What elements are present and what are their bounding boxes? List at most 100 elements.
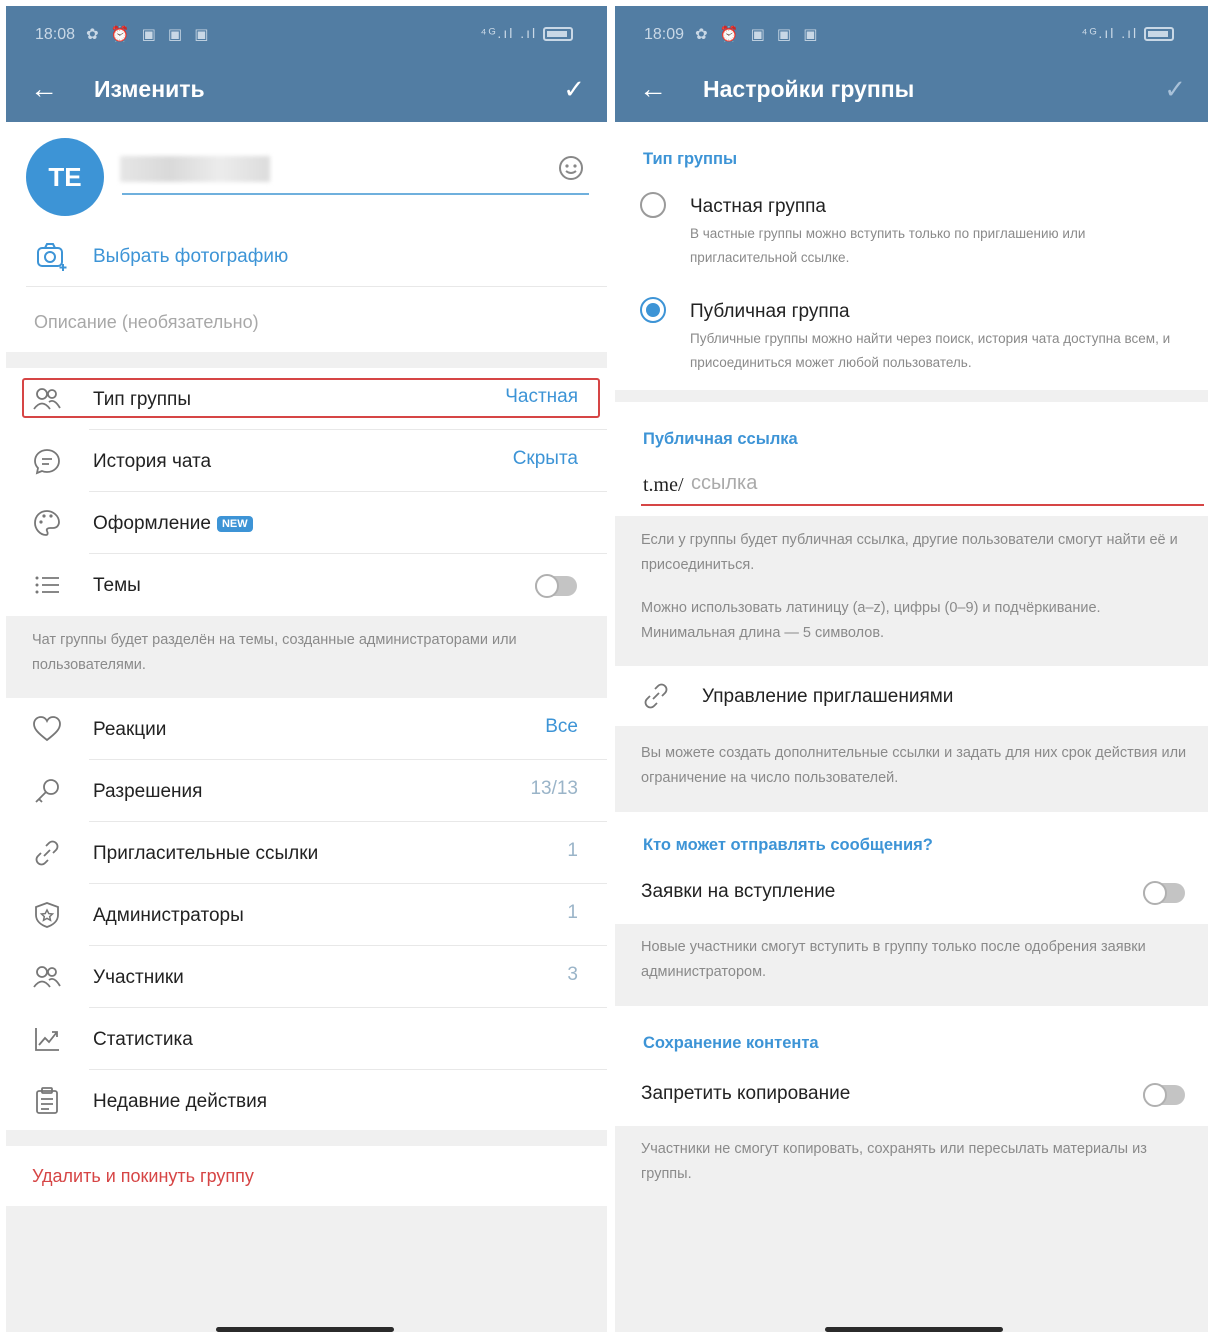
row-value: Все [545, 716, 578, 737]
back-arrow-icon[interactable]: ← [30, 74, 58, 104]
page-title: Изменить [94, 76, 205, 102]
restrict-saving-label: Запретить копирование [641, 1083, 851, 1104]
link-icon [644, 683, 668, 709]
status-icons: ✿ ⏰ ▣ ▣ ▣ [695, 26, 822, 43]
join-requests-toggle[interactable] [1143, 881, 1185, 905]
row-invite-links[interactable]: Пригласительные ссылки 1 [6, 822, 607, 884]
row-chat-history[interactable]: История чата Скрыта [6, 430, 607, 492]
delete-leave-button[interactable]: Удалить и покинуть группу [32, 1166, 254, 1187]
join-requests-label: Заявки на вступление [641, 881, 836, 902]
private-label[interactable]: Частная группа [690, 196, 826, 218]
new-badge: NEW [216, 515, 253, 532]
choose-photo-button[interactable]: Выбрать фотографию [93, 246, 288, 268]
section-title: Сохранение контента [643, 1034, 819, 1052]
restrict-saving-toggle[interactable] [1143, 1083, 1185, 1107]
link-rules-hint: Можно использовать латиницу (a–z), цифры… [641, 600, 1101, 641]
row-statistics[interactable]: Статистика [6, 1008, 607, 1070]
row-value: 13/13 [530, 778, 578, 799]
who-can-send-block: Кто может отправлять сообщения? Заявки н… [615, 812, 1208, 924]
section-title: Публичная ссылка [643, 430, 798, 448]
users-icon [33, 966, 61, 988]
join-requests-hint: Новые участники смогут вступить в группу… [641, 939, 1146, 980]
delete-block: Удалить и покинуть группу [6, 1146, 607, 1206]
row-reactions[interactable]: Реакции Все [6, 698, 607, 760]
save-check-icon[interactable]: ✓ [563, 74, 585, 104]
app-bar: ← Настройки группы ✓ [615, 60, 1208, 122]
row-label: Темы [93, 575, 141, 596]
public-label[interactable]: Публичная группа [690, 301, 850, 323]
link-icon [35, 840, 59, 866]
row-label: Пригласительные ссылки [93, 843, 319, 864]
palette-icon [34, 510, 60, 536]
row-label: Администраторы [93, 905, 244, 926]
public-link-block: Публичная ссылка t.me/ ссылка [615, 402, 1208, 516]
group-type-highlight [22, 378, 600, 418]
row-value: 3 [567, 964, 578, 985]
private-desc: В частные группы можно вступить только п… [690, 226, 1086, 265]
link-input-underline [641, 504, 1204, 506]
description-input[interactable]: Описание (необязательно) [34, 312, 259, 333]
group-name-input[interactable] [120, 156, 270, 182]
back-arrow-icon[interactable]: ← [639, 74, 667, 104]
chat-bubble-icon [34, 449, 60, 475]
link-prefix: t.me/ [643, 474, 684, 496]
shield-icon [35, 902, 59, 928]
public-radio[interactable] [640, 297, 666, 323]
status-time: 18:09 [644, 26, 685, 43]
status-bar: 18:08 ✿ ⏰ ▣ ▣ ▣ ⁴ᴳ.ıl .ıl [6, 6, 607, 60]
row-admins[interactable]: Администраторы 1 [6, 884, 607, 946]
row-permissions[interactable]: Разрешения 13/13 [6, 760, 607, 822]
row-label: Недавние действия [93, 1091, 268, 1112]
row-label: Статистика [93, 1029, 193, 1050]
public-desc: Публичные группы можно найти через поиск… [690, 331, 1171, 370]
list-icon [35, 576, 59, 594]
group-type-block: Тип группы Частная группа В частные груп… [615, 122, 1208, 390]
name-underline [122, 193, 589, 195]
restrict-saving-hint: Участники не смогут копировать, сохранят… [641, 1141, 1147, 1182]
camera-add-icon [37, 243, 67, 271]
row-topics[interactable]: Темы [6, 554, 607, 616]
signal-icons: ⁴ᴳ.ıl .ıl [480, 25, 573, 42]
row-value: 1 [567, 902, 578, 923]
section-title: Тип группы [643, 150, 738, 168]
row-value: 1 [567, 840, 578, 861]
row-label: Разрешения [93, 781, 203, 802]
app-bar: ← Изменить ✓ [6, 60, 607, 122]
status-bar: 18:09 ✿ ⏰ ▣ ▣ ▣ ⁴ᴳ.ıl .ıl [615, 6, 1208, 60]
emoji-icon[interactable] [557, 154, 585, 182]
content-block: Сохранение контента Запретить копировани… [615, 1006, 1208, 1126]
link-input[interactable]: ссылка [691, 472, 757, 495]
divider [26, 286, 607, 287]
invites-hint: Вы можете создать дополнительные ссылки … [641, 745, 1187, 786]
key-icon [35, 779, 59, 803]
clipboard-icon [36, 1087, 58, 1114]
heart-icon [33, 716, 61, 742]
chart-icon [35, 1028, 59, 1051]
invites-row[interactable]: Управление приглашениями [615, 666, 1208, 726]
save-check-icon[interactable]: ✓ [1164, 74, 1186, 104]
link-hint: Если у группы будет публичная ссылка, др… [641, 532, 1178, 573]
section-title: Кто может отправлять сообщения? [643, 836, 933, 854]
row-label: Реакции [93, 719, 167, 740]
row-appearance[interactable]: Оформление NEW [6, 492, 607, 554]
row-label: История чата [93, 451, 212, 472]
row-label: Участники [93, 967, 184, 988]
avatar[interactable]: TE [26, 138, 104, 216]
edit-group-screen: 18:08 ✿ ⏰ ▣ ▣ ▣ ⁴ᴳ.ıl .ıl ← Изменить ✓ T… [6, 6, 607, 1332]
row-value: Скрыта [512, 448, 578, 469]
row-label: Оформление NEW [93, 513, 253, 535]
manage-block: Реакции Все Разрешения 13/13 Пригласител… [6, 698, 607, 1130]
battery-icon [543, 27, 573, 42]
private-radio[interactable] [640, 192, 666, 218]
row-recent-actions[interactable]: Недавние действия [6, 1070, 607, 1132]
page-title: Настройки группы [703, 76, 915, 102]
battery-icon [1144, 27, 1174, 42]
topics-toggle[interactable] [535, 574, 577, 598]
row-members[interactable]: Участники 3 [6, 946, 607, 1008]
group-settings-screen: 18:09 ✿ ⏰ ▣ ▣ ▣ ⁴ᴳ.ıl .ıl ← Настройки гр… [615, 6, 1208, 1332]
status-time: 18:08 [35, 26, 76, 43]
topics-hint: Чат группы будет разделён на темы, созда… [32, 632, 517, 673]
status-icons: ✿ ⏰ ▣ ▣ ▣ [86, 26, 213, 43]
nav-handle [825, 1327, 1003, 1332]
invites-label: Управление приглашениями [702, 686, 954, 707]
